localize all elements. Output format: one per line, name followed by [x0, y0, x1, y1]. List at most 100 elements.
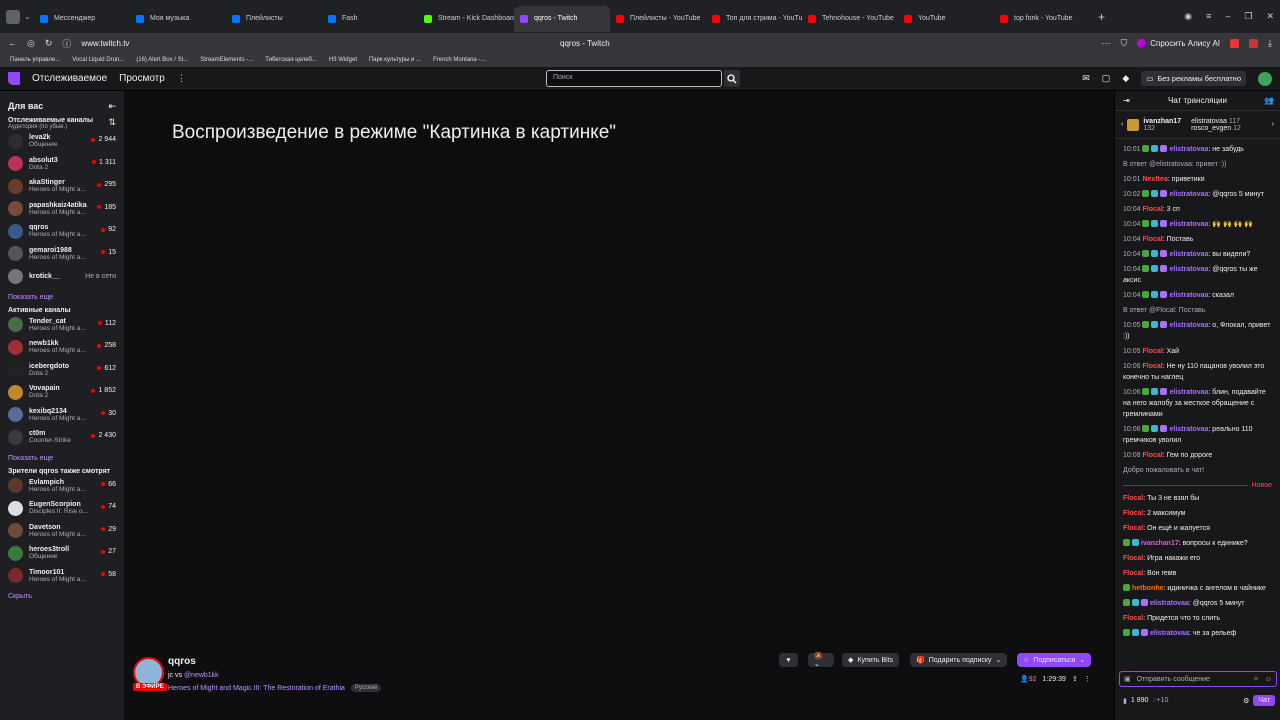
twitch-logo-icon[interactable] [8, 72, 20, 85]
browser-tab[interactable]: qqros - Twitch [514, 5, 610, 32]
chat-username[interactable]: elistratovaa [1169, 266, 1208, 273]
channel-row[interactable]: kexibq2134 Heroes of Might a... 30 [8, 404, 116, 427]
browser-tab[interactable]: Моя музыка [130, 6, 226, 32]
language-tag[interactable]: Русский [350, 684, 382, 692]
close-window-icon[interactable]: ✕ [1266, 11, 1274, 22]
browser-tab[interactable]: Fash [322, 6, 418, 32]
show-more-followed[interactable]: Показать еще [8, 294, 116, 301]
effects-icon[interactable]: ✧ [1253, 675, 1259, 683]
share-icon[interactable]: ⇪ [1072, 675, 1078, 683]
chat-username[interactable]: Flocal [1123, 615, 1143, 622]
whispers-icon[interactable]: ▢ [1102, 73, 1111, 84]
channel-row[interactable]: Vovapain Dota 2 1 852 [8, 381, 116, 404]
chat-username[interactable]: Flocal [1123, 525, 1143, 532]
chat-username[interactable]: hetbonhe [1132, 585, 1164, 592]
channel-row[interactable]: newb1kk Heroes of Might a... 258 [8, 336, 116, 359]
search-icon[interactable] [724, 70, 740, 87]
extension-icon[interactable] [1230, 38, 1240, 48]
channel-row[interactable]: absolut3 Dota 2 1 311 [8, 153, 116, 176]
show-more-active[interactable]: Показать еще [8, 455, 116, 462]
emoji-icon[interactable]: ☺ [1265, 676, 1272, 683]
profile-icon[interactable]: ◉ [1184, 11, 1192, 22]
channel-row[interactable]: Davetson Heroes of Might a... 29 [8, 520, 116, 543]
chat-username[interactable]: elistratovaa [1169, 322, 1208, 329]
more-options-icon[interactable]: ⋮ [177, 73, 186, 84]
reload-icon[interactable]: ↻ [45, 38, 53, 49]
chat-username[interactable]: Flocal [1123, 510, 1143, 517]
chat-input[interactable]: ▣ Отправить сообщение ✧ ☺ [1119, 671, 1277, 687]
chat-username[interactable]: elistratovaa [1150, 630, 1189, 637]
chat-username[interactable]: elistratovaa [1150, 600, 1189, 607]
chat-username[interactable]: elistratovaa [1169, 191, 1208, 198]
follow-heart-button[interactable]: ♥ [779, 653, 798, 667]
points-bonus[interactable]: ◌+10 [1152, 697, 1168, 704]
buy-bits-button[interactable]: ◆ Купить Bits [842, 653, 900, 667]
chat-username[interactable]: elistratovaa [1169, 389, 1208, 396]
video-player[interactable]: Воспроизведение в режиме "Картинка в кар… [124, 91, 1114, 647]
chevron-left-icon[interactable]: ‹ [1121, 121, 1123, 128]
collapse-chat-icon[interactable]: ⇥ [1123, 96, 1130, 105]
chat-username[interactable]: Flocal [1142, 236, 1162, 243]
points-icon[interactable]: ▮ [1123, 697, 1127, 705]
chat-username[interactable]: elistratovaa [1169, 251, 1208, 258]
chat-username[interactable]: Flocal [1123, 495, 1143, 502]
channel-row[interactable]: ct0m Counter-Strike 2 430 [8, 426, 116, 449]
download-icon[interactable]: ⤓ [1268, 38, 1272, 49]
following-link[interactable]: Отслеживаемое [32, 73, 107, 84]
browser-tab[interactable]: YouTube [898, 6, 994, 32]
chat-send-button[interactable]: Чат [1253, 695, 1275, 706]
extension-icon-2[interactable] [1249, 38, 1259, 48]
channel-row[interactable]: qqros Heroes of Might a... 92 [8, 220, 116, 243]
chat-username[interactable]: elistratovaa [1169, 292, 1208, 299]
channel-row[interactable]: Timoor101 Heroes of Might a... 58 [8, 565, 116, 588]
channel-row[interactable]: papashkaiz4atika Heroes of Might a... 185 [8, 198, 116, 221]
chat-username[interactable]: Flocal [1142, 206, 1162, 213]
browser-menu-icon[interactable] [6, 9, 20, 24]
bookmark-item[interactable]: French Montana -... [433, 57, 485, 63]
crown-icon[interactable]: ◆ [1122, 73, 1129, 84]
url-field[interactable]: www.twitch.tv [81, 39, 129, 48]
browser-tab[interactable]: Топ для стрима - YouTube [706, 6, 802, 32]
bookmark-item[interactable]: H3 Widget [329, 57, 357, 63]
bookmark-item[interactable]: Vocal Liquid Drun... [72, 57, 124, 63]
bookmark-item[interactable]: Парк культуры и ... [369, 57, 421, 63]
browser-tab[interactable]: Мессенджер [34, 6, 130, 32]
browse-link[interactable]: Просмотр [119, 73, 165, 84]
bookmark-item[interactable]: Тибетская целеб... [265, 57, 317, 63]
channel-row[interactable]: EugenScorpion Disciples II: Rise o... 74 [8, 497, 116, 520]
channel-row[interactable]: akaStinger Heroes of Might a... 295 [8, 175, 116, 198]
bookmark-item[interactable]: (16) Alert Box / St... [136, 57, 188, 63]
chat-username[interactable]: elistratovaa [1169, 426, 1208, 433]
emote-picker-icon[interactable]: ▣ [1124, 675, 1131, 683]
chat-username[interactable]: Flocal [1123, 570, 1143, 577]
search-input[interactable]: Поиск [546, 70, 722, 87]
chevron-right-icon[interactable]: › [1272, 121, 1274, 128]
chat-username[interactable]: elistratovaa [1169, 221, 1208, 228]
browser-tab[interactable]: Stream - Kick Dashboard [418, 6, 514, 32]
channel-row[interactable]: gemaroi1988 Heroes of Might a... 15 [8, 243, 116, 266]
inbox-icon[interactable]: ✉ [1082, 73, 1090, 84]
minimize-icon[interactable]: – [1225, 11, 1230, 22]
back-icon[interactable]: ← [8, 38, 17, 48]
bookmark-icon[interactable]: ⛉ [1120, 38, 1127, 49]
more-icon[interactable]: ⋮ [1084, 675, 1091, 683]
yandex-icon[interactable]: ◎ [27, 38, 35, 49]
user-avatar[interactable] [1258, 71, 1272, 86]
bookmark-item[interactable]: StreamElements -... [200, 57, 253, 63]
tab-list-chevron-icon[interactable]: ⌄ [24, 12, 34, 21]
browser-tab[interactable]: Плейлисты [226, 6, 322, 32]
settings-icon[interactable]: ⚙ [1243, 697, 1249, 705]
chat-username[interactable]: Flocal [1142, 363, 1162, 370]
title-mention[interactable]: @newb1kk [184, 672, 219, 679]
channel-name[interactable]: qqros [168, 656, 196, 667]
chat-users-icon[interactable]: 👥 [1264, 96, 1274, 105]
chat-username[interactable]: Flocal [1142, 452, 1162, 459]
channel-row[interactable]: icebergdoto Dota 2 612 [8, 359, 116, 382]
browser-tab[interactable]: Tehnohouse - YouTube [802, 6, 898, 32]
browser-tab[interactable]: Плейлисты - YouTube [610, 6, 706, 32]
chat-username[interactable]: Flocal [1123, 555, 1143, 562]
new-tab-button[interactable]: + [1098, 10, 1105, 24]
alice-button[interactable]: Спросить Алису AI [1137, 38, 1220, 48]
hide-link[interactable]: Скрыть [8, 593, 116, 600]
bookmark-item[interactable]: Панель управле... [10, 57, 60, 63]
